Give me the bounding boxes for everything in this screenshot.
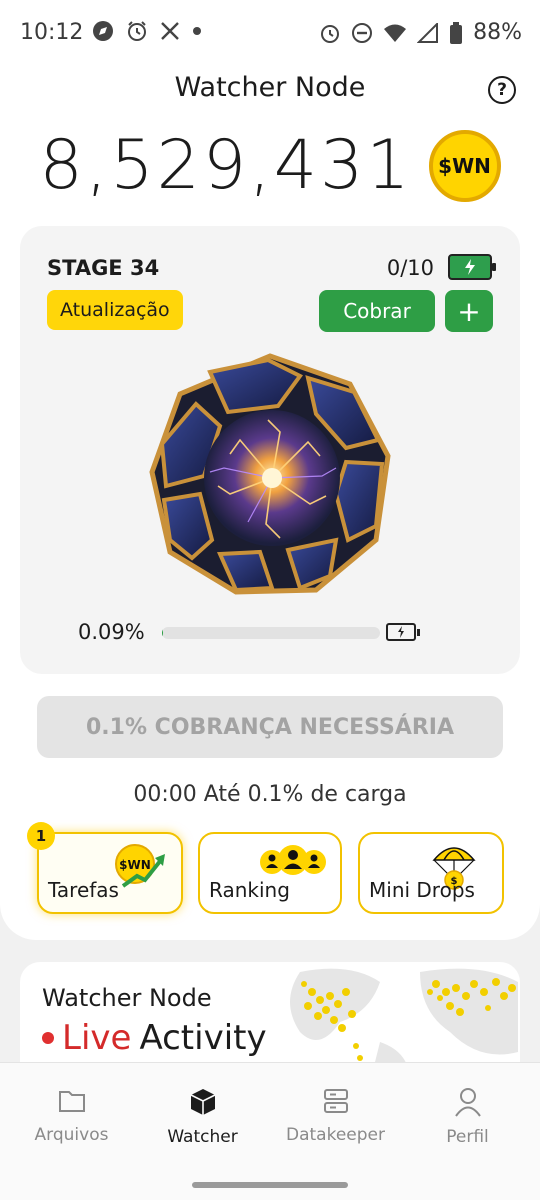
stage-card: STAGE 34 0/10 Atualização Cobrar + 0.09% — [20, 226, 520, 674]
bottom-navigation: Arquivos Watcher Datakeeper Perfil — [0, 1062, 540, 1200]
ranking-label: Ranking — [209, 878, 290, 902]
signal-icon — [417, 22, 439, 43]
folder-icon — [57, 1091, 87, 1119]
battery-percent: 88% — [473, 20, 522, 45]
nav-label-perfil: Perfil — [446, 1127, 489, 1147]
status-right-icons: 88% — [319, 20, 522, 45]
live-activity-heading: Live Activity — [42, 1018, 267, 1058]
do-not-disturb-icon — [351, 22, 373, 44]
status-bar: 10:12 88% — [0, 0, 540, 66]
ranking-tile[interactable]: Ranking — [198, 832, 342, 914]
server-icon — [322, 1089, 350, 1119]
watcher-panel: Watcher Node ? 8,529,431 $WN STAGE 34 0/… — [0, 66, 540, 940]
svg-text:$WN: $WN — [119, 858, 151, 872]
progress-bar — [162, 627, 380, 639]
tasks-label: Tarefas — [48, 878, 119, 902]
progress-percent: 0.09% — [78, 620, 145, 644]
charge-countdown: 00:00 Até 0.1% de carga — [133, 782, 407, 807]
nav-label-watcher: Watcher — [167, 1127, 238, 1147]
stage-label: STAGE 34 — [47, 256, 160, 280]
charge-battery-icon — [386, 623, 420, 641]
home-indicator[interactable] — [192, 1182, 348, 1188]
live-dot-icon — [42, 1032, 54, 1044]
add-button[interactable]: + — [445, 290, 493, 332]
balance-amount: 8,529,431 — [39, 126, 413, 205]
claim-button[interactable]: Cobrar — [319, 290, 435, 332]
person-icon — [454, 1088, 482, 1121]
wifi-icon — [383, 23, 407, 43]
swn-trend-icon: $WN — [113, 842, 169, 894]
nav-item-datakeeper[interactable]: Datakeeper — [268, 1087, 403, 1145]
alarm-icon — [319, 22, 341, 44]
users-icon — [258, 842, 328, 880]
compass-icon — [92, 20, 114, 42]
help-button[interactable]: ? — [488, 76, 516, 104]
nav-item-watcher[interactable]: Watcher — [135, 1087, 270, 1147]
page-title: Watcher Node — [174, 72, 366, 103]
nav-item-perfil[interactable]: Perfil — [400, 1087, 535, 1147]
live-label: Live — [62, 1018, 132, 1058]
charged-battery-icon — [448, 254, 496, 280]
dot-icon — [192, 26, 202, 36]
tasks-tile[interactable]: $WN Tarefas — [37, 832, 183, 914]
status-time: 10:12 — [20, 20, 84, 45]
alarm-icon — [126, 20, 148, 42]
status-left-icons — [92, 20, 202, 42]
battery-icon — [449, 21, 463, 44]
live-card-title: Watcher Node — [42, 984, 212, 1012]
charge-required-button[interactable]: 0.1% COBRANÇA NECESSÁRIA — [37, 696, 503, 758]
x-logo-icon — [160, 21, 180, 41]
activity-label: Activity — [139, 1018, 267, 1058]
nav-label-arquivos: Arquivos — [34, 1125, 109, 1145]
tasks-badge: 1 — [27, 822, 55, 850]
update-button[interactable]: Atualização — [47, 290, 183, 330]
mini-drops-tile[interactable]: $ Mini Drops — [358, 832, 504, 914]
balance-row: 8,529,431 $WN — [0, 126, 540, 205]
nav-label-datakeeper: Datakeeper — [286, 1125, 385, 1145]
stage-count: 0/10 — [386, 256, 434, 280]
swn-coin-icon: $WN — [428, 129, 501, 202]
cube-icon — [188, 1089, 218, 1121]
nav-item-arquivos[interactable]: Arquivos — [4, 1087, 139, 1145]
node-orb-image[interactable] — [140, 344, 400, 604]
mini-drops-label: Mini Drops — [369, 878, 475, 902]
